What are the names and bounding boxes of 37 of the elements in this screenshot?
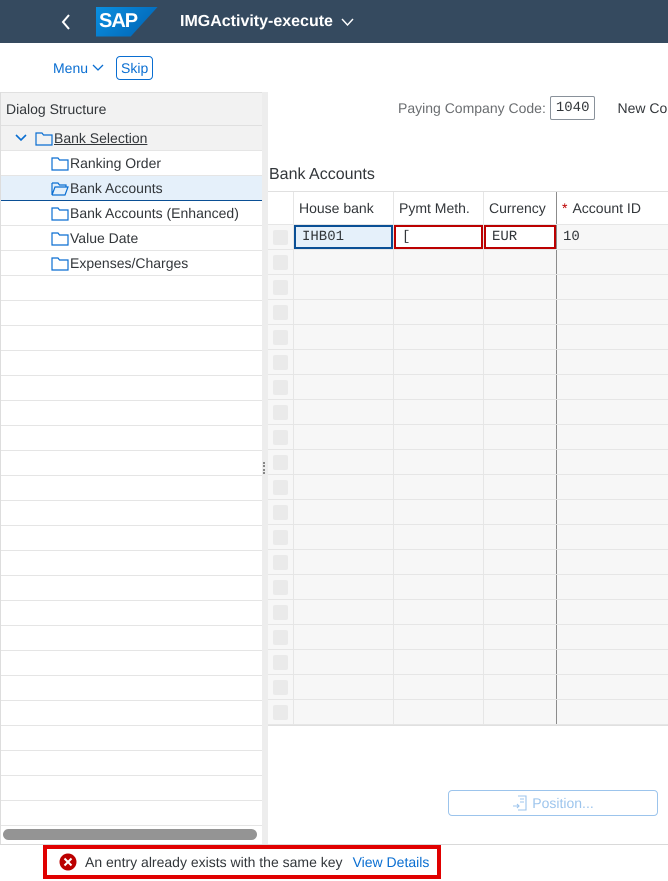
folder-icon bbox=[51, 256, 69, 270]
folder-icon bbox=[51, 206, 69, 220]
table-cell[interactable]: EUR bbox=[484, 225, 556, 249]
folder-icon bbox=[51, 230, 69, 246]
table-cell-text: 10 bbox=[562, 228, 581, 247]
app-title[interactable]: IMGActivity-execute bbox=[180, 12, 333, 30]
message-text: An entry already exists with the same key bbox=[85, 854, 343, 870]
table-cell[interactable]: [ bbox=[394, 225, 483, 249]
panel-title: Dialog Structure bbox=[1, 92, 262, 126]
scrollbar[interactable] bbox=[3, 829, 257, 840]
column-header: Pymt Meth. bbox=[394, 192, 484, 224]
column-header: Currency bbox=[484, 192, 557, 224]
sap-logo: SAP bbox=[96, 6, 158, 36]
folder-icon bbox=[51, 156, 69, 170]
error-icon bbox=[59, 853, 77, 871]
back-icon[interactable] bbox=[61, 14, 71, 30]
field-label: New Co bbox=[617, 100, 668, 116]
tree-item[interactable]: Value Date bbox=[1, 226, 262, 251]
chevron-down-icon bbox=[92, 64, 104, 72]
tree-item[interactable]: Bank Accounts bbox=[1, 176, 262, 201]
splitter[interactable] bbox=[262, 92, 268, 844]
tree-item[interactable]: Expenses/Charges bbox=[1, 251, 262, 276]
menu-button[interactable]: Menu bbox=[53, 56, 104, 80]
company-code-field[interactable]: 1040 bbox=[550, 96, 596, 120]
tree-item[interactable]: Bank Selection bbox=[1, 126, 262, 151]
position-icon bbox=[512, 795, 528, 811]
column-header: House bank bbox=[294, 192, 394, 224]
tree-item[interactable]: Bank Accounts (Enhanced) bbox=[1, 201, 262, 226]
table-title: Bank Accounts bbox=[268, 165, 376, 185]
field-label: Paying Company Code: bbox=[398, 100, 546, 116]
column-header: * Account ID bbox=[557, 192, 668, 224]
skip-button[interactable]: Skip bbox=[116, 56, 154, 80]
chevron-down-icon[interactable] bbox=[15, 134, 27, 142]
folder-icon bbox=[35, 130, 53, 146]
view-details-link[interactable]: View Details bbox=[352, 854, 430, 870]
table-cell[interactable]: IHB01 bbox=[294, 225, 393, 249]
open-folder-icon bbox=[51, 180, 69, 196]
